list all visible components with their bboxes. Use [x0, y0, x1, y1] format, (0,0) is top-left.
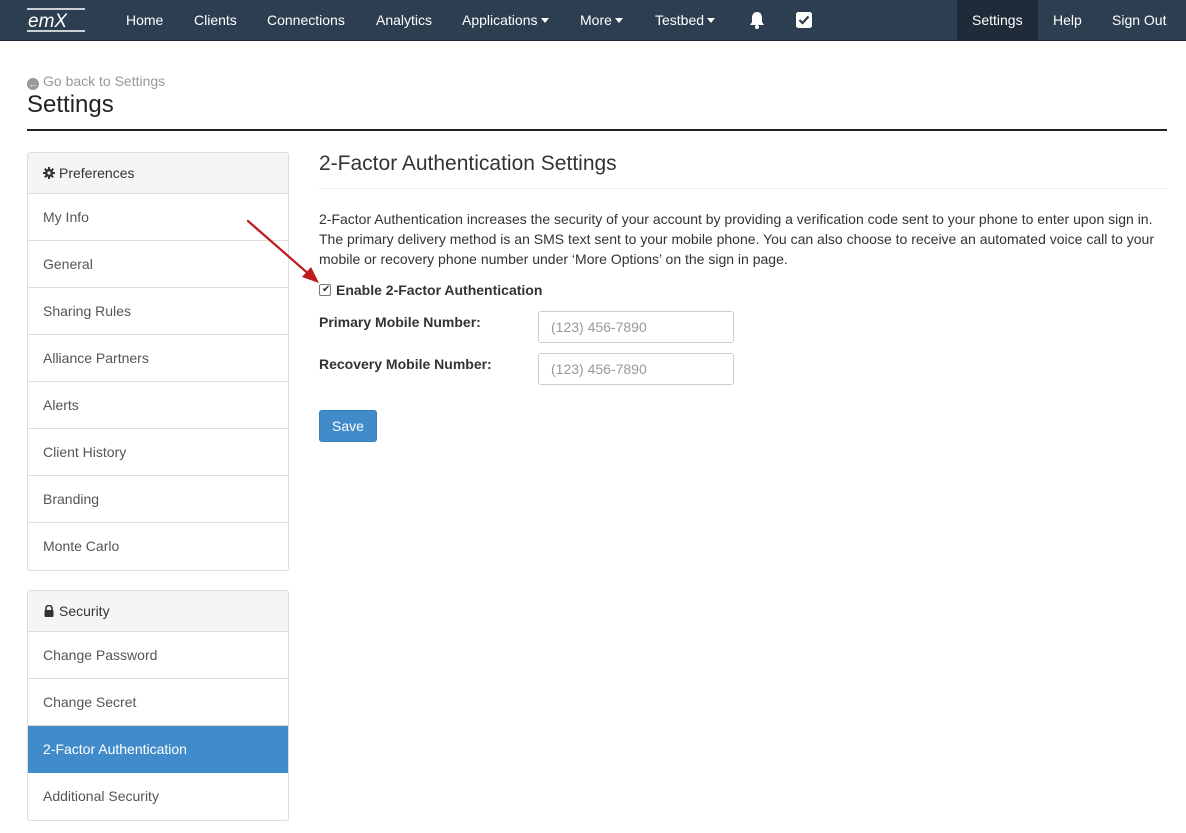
checkbox-icon[interactable] — [794, 10, 814, 30]
sidebar-item-alerts[interactable]: Alerts — [28, 382, 288, 429]
sidebar-item-client-history[interactable]: Client History — [28, 429, 288, 476]
nav-more[interactable]: More — [580, 0, 623, 40]
recovery-number-input[interactable] — [538, 353, 734, 385]
top-navbar: emX Home Clients Connections Analytics A… — [0, 0, 1186, 41]
section-title: 2-Factor Authentication Settings — [319, 152, 617, 175]
sidebar-item-general[interactable]: General — [28, 241, 288, 288]
nav-clients[interactable]: Clients — [194, 0, 237, 40]
security-panel: Security Change Password Change Secret 2… — [27, 590, 289, 821]
page-title: Settings — [27, 91, 114, 118]
sidebar-item-branding[interactable]: Branding — [28, 476, 288, 523]
nav-testbed[interactable]: Testbed — [655, 0, 716, 40]
sidebar-item-additional-security[interactable]: Additional Security — [28, 773, 288, 820]
sidebar-item-2-factor-authentication[interactable]: 2-Factor Authentication — [28, 726, 288, 773]
security-heading: Security — [28, 591, 288, 632]
caret-down-icon — [707, 18, 716, 23]
primary-number-input[interactable] — [538, 311, 734, 343]
sidebar-item-change-secret[interactable]: Change Secret — [28, 679, 288, 726]
sidebar-item-sharing-rules[interactable]: Sharing Rules — [28, 288, 288, 335]
sidebar-item-my-info[interactable]: My Info — [28, 194, 288, 241]
nav-sign-out[interactable]: Sign Out — [1112, 0, 1166, 40]
arrow-circle-left-icon: ← — [27, 78, 39, 90]
enable-2fa-checkbox[interactable]: ✔ — [319, 284, 331, 296]
nav-home[interactable]: Home — [126, 0, 163, 40]
primary-number-label: Primary Mobile Number: — [319, 314, 481, 330]
back-to-settings-link[interactable]: ← Go back to Settings — [27, 73, 165, 90]
svg-text:emX: emX — [28, 11, 68, 32]
nav-applications[interactable]: Applications — [462, 0, 549, 40]
lock-icon — [44, 605, 54, 617]
sidebar-item-alliance-partners[interactable]: Alliance Partners — [28, 335, 288, 382]
description-text: 2-Factor Authentication increases the se… — [319, 211, 1155, 267]
header-divider — [27, 129, 1167, 131]
nav-help[interactable]: Help — [1053, 0, 1082, 40]
emx-logo[interactable]: emX — [27, 5, 85, 35]
checkmark-icon: ✔ — [322, 284, 331, 295]
nav-analytics[interactable]: Analytics — [376, 0, 432, 40]
section-divider — [319, 188, 1167, 189]
caret-down-icon — [614, 18, 623, 23]
bell-icon[interactable] — [747, 10, 767, 30]
gear-icon — [43, 167, 55, 179]
enable-2fa-label[interactable]: Enable 2-Factor Authentication — [336, 282, 542, 298]
preferences-panel: Preferences My Info General Sharing Rule… — [27, 152, 289, 571]
caret-down-icon — [540, 18, 549, 23]
sidebar-item-monte-carlo[interactable]: Monte Carlo — [28, 523, 288, 570]
sidebar-item-change-password[interactable]: Change Password — [28, 632, 288, 679]
recovery-number-label: Recovery Mobile Number: — [319, 356, 492, 372]
nav-settings[interactable]: Settings — [972, 0, 1023, 40]
nav-connections[interactable]: Connections — [267, 0, 345, 40]
preferences-heading: Preferences — [28, 153, 288, 194]
save-button[interactable]: Save — [319, 410, 377, 442]
